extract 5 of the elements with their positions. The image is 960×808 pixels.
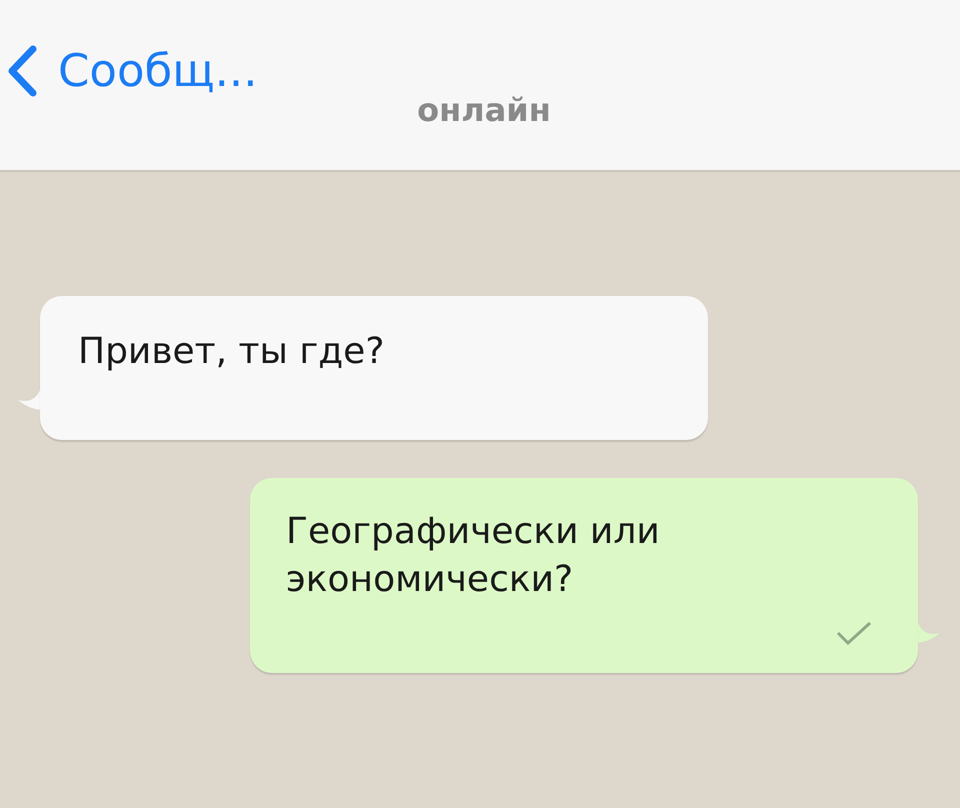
message-text: Привет, ты где? [78, 330, 386, 374]
back-chevron-icon [6, 44, 38, 96]
message-text: Географически или экономически? [286, 510, 661, 602]
back-link[interactable]: Сообщ... [6, 44, 258, 97]
contact-status: онлайн [417, 91, 551, 129]
